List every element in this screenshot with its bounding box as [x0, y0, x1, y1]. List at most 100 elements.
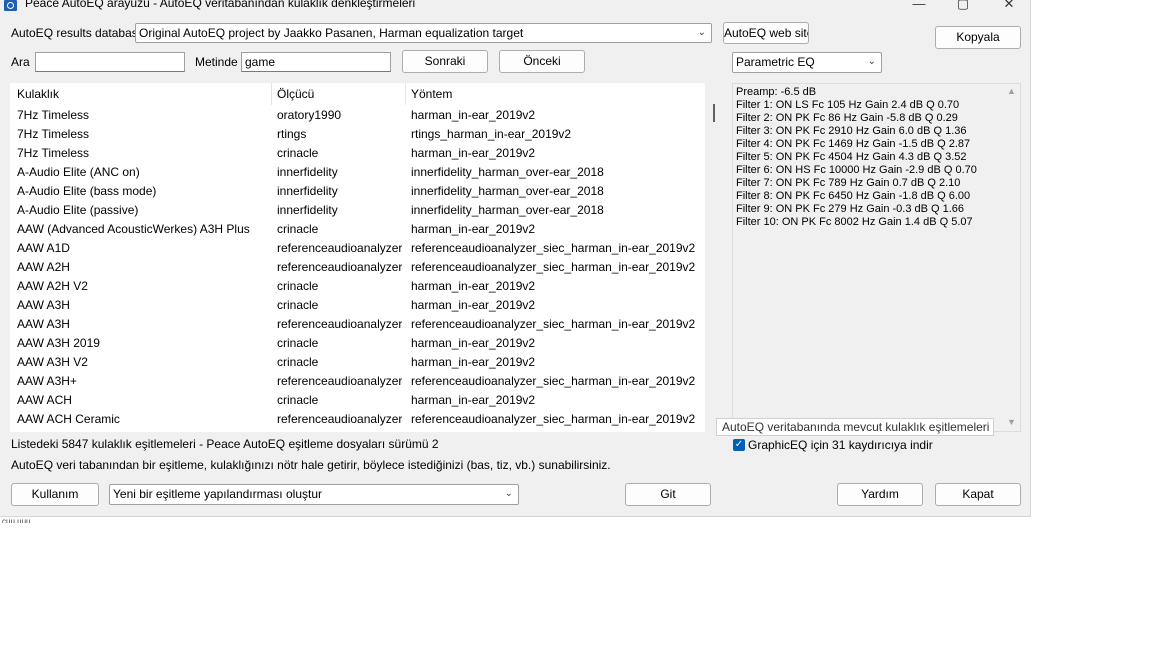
maximize-icon[interactable]: ▢: [943, 0, 983, 12]
help-button[interactable]: Yardım: [837, 483, 923, 506]
headphone-list[interactable]: Kulaklık Ölçücü Yöntem 7Hz Timeless orato…: [10, 83, 705, 432]
close-icon[interactable]: ✕: [989, 0, 1029, 12]
close-button[interactable]: Kapat: [935, 483, 1021, 506]
eq-type-select[interactable]: Parametric EQ ⌄: [732, 52, 882, 73]
cell-method: innerfidelity_harman_over-ear_2018: [411, 203, 604, 217]
chevron-down-icon: ⌄: [697, 27, 706, 38]
table-row[interactable]: AAW A1D referenceaudioanalyzer referenceau…: [10, 239, 705, 258]
cell-headphone: A-Audio Elite (passive): [17, 203, 139, 217]
filter-line: Filter 3: ON PK Fc 2910 Hz Gain 6.0 dB Q…: [736, 125, 967, 137]
peace-app-icon: [4, 0, 17, 11]
cell-measurer: crinacle: [277, 279, 319, 293]
cell-headphone: AAW A2H: [17, 260, 70, 274]
table-row[interactable]: AAW A3H+ referenceaudioanalyzer referencea…: [10, 372, 705, 391]
table-row[interactable]: AAW A2H referenceaudioanalyzer referenceau…: [10, 258, 705, 277]
graphiceq-checkbox-label[interactable]: GraphicEQ için 31 kaydırıcıya indir: [748, 438, 933, 452]
autoeq-website-button[interactable]: AutoEQ web sites: [723, 22, 809, 44]
copy-button[interactable]: Kopyala: [935, 26, 1021, 49]
go-button[interactable]: Git: [625, 483, 711, 506]
autoeq-window: Peace AutoEQ arayüzü - AutoEQ veritabanı…: [0, 0, 1031, 517]
cell-measurer: crinacle: [277, 146, 319, 160]
table-row[interactable]: AAW (Advanced AcousticWerkes) A3H Plus cr…: [10, 220, 705, 239]
list-scrollbar-thumb[interactable]: [713, 104, 715, 122]
filter-line: Filter 4: ON PK Fc 1469 Hz Gain -1.5 dB …: [736, 138, 971, 150]
filter-line: Filter 9: ON PK Fc 279 Hz Gain -0.3 dB Q…: [736, 203, 965, 215]
table-row[interactable]: AAW A2H V2 crinacle harman_in-ear_2019v2: [10, 277, 705, 296]
cell-method: harman_in-ear_2019v2: [411, 393, 536, 407]
cell-measurer: crinacle: [277, 393, 319, 407]
column-header-method[interactable]: Yöntem: [411, 87, 452, 101]
table-row[interactable]: AAW ACH Ceramic referenceaudioanalyzer ref…: [10, 410, 705, 429]
cell-headphone: AAW A3H 2019: [17, 336, 100, 350]
cell-measurer: crinacle: [277, 336, 319, 350]
cell-method: referenceaudioanalyzer_siec_harman_in-ea…: [411, 260, 696, 274]
previous-button[interactable]: Önceki: [499, 50, 585, 73]
table-row[interactable]: A-Audio Elite (ANC on) innerfidelity inner…: [10, 163, 705, 182]
scroll-down-icon[interactable]: ▼: [1007, 417, 1016, 427]
database-label: AutoEQ results database: [11, 26, 145, 40]
status-info-text: AutoEQ veri tabanından bir eşitleme, kul…: [11, 458, 611, 472]
search-input[interactable]: [35, 52, 185, 72]
cell-method: innerfidelity_harman_over-ear_2018: [411, 165, 604, 179]
filter-line: Filter 6: ON HS Fc 10000 Hz Gain -2.9 dB…: [736, 164, 977, 176]
cell-method: harman_in-ear_2019v2: [411, 108, 536, 122]
table-row[interactable]: 7Hz Timeless rtings rtings_harman_in-ear_2…: [10, 125, 705, 144]
table-row[interactable]: 7Hz Timeless crinacle harman_in-ear_2019v2: [10, 144, 705, 163]
title-bar[interactable]: Peace AutoEQ arayüzü - AutoEQ veritabanı…: [0, 0, 1031, 14]
cell-method: harman_in-ear_2019v2: [411, 336, 536, 350]
search-in-field[interactable]: game: [241, 52, 391, 72]
graphiceq-checkbox[interactable]: ✓: [733, 439, 745, 451]
use-button[interactable]: Kullanım: [11, 483, 99, 506]
cell-measurer: crinacle: [277, 355, 319, 369]
table-row[interactable]: 7Hz Timeless oratory1990 harman_in-ear_201…: [10, 106, 705, 125]
config-select[interactable]: Yeni bir eşitleme yapılandırması oluştur…: [109, 484, 519, 505]
search-label: Ara: [11, 55, 30, 69]
column-header-headphone[interactable]: Kulaklık: [17, 87, 59, 101]
cell-headphone: A-Audio Elite (ANC on): [17, 165, 140, 179]
background-window-fragment: cuu uuu: [2, 517, 31, 523]
cell-headphone: 7Hz Timeless: [17, 127, 90, 141]
next-button[interactable]: Sonraki: [402, 50, 488, 73]
filter-line: Filter 5: ON PK Fc 4504 Hz Gain 4.3 dB Q…: [736, 151, 967, 163]
eq-type-selected: Parametric EQ: [736, 55, 815, 69]
column-header-measurer[interactable]: Ölçücü: [277, 87, 314, 101]
cell-method: rtings_harman_in-ear_2019v2: [411, 127, 572, 141]
table-row[interactable]: AAW A3H V2 crinacle harman_in-ear_2019v2: [10, 353, 705, 372]
cell-method: referenceaudioanalyzer_siec_harman_in-ea…: [411, 412, 696, 426]
table-row[interactable]: A-Audio Elite (passive) innerfidelity inne…: [10, 201, 705, 220]
minimize-icon[interactable]: —: [899, 0, 939, 12]
cell-headphone: AAW ACH Ceramic: [17, 412, 120, 426]
cell-method: innerfidelity_harman_over-ear_2018: [411, 184, 604, 198]
filter-line: Filter 10: ON PK Fc 8002 Hz Gain 1.4 dB …: [736, 216, 973, 228]
cell-headphone: AAW A3H: [17, 317, 70, 331]
cell-headphone: AAW A3H+: [17, 374, 77, 388]
filter-line: Filter 2: ON PK Fc 86 Hz Gain -5.8 dB Q …: [736, 112, 958, 124]
cell-method: referenceaudioanalyzer_siec_harman_in-ea…: [411, 317, 696, 331]
chevron-down-icon: ⌄: [504, 488, 513, 499]
filter-line: Filter 8: ON PK Fc 6450 Hz Gain -1.8 dB …: [736, 190, 971, 202]
cell-measurer: referenceaudioanalyzer: [277, 241, 402, 255]
cell-headphone: AAW ACH: [17, 393, 72, 407]
cell-measurer: innerfidelity: [277, 165, 338, 179]
table-row[interactable]: AAW ACH crinacle harman_in-ear_2019v2: [10, 391, 705, 410]
column-divider[interactable]: [405, 83, 406, 105]
list-header: Kulaklık Ölçücü Yöntem: [10, 83, 705, 105]
cell-measurer: referenceaudioanalyzer: [277, 374, 402, 388]
cell-method: harman_in-ear_2019v2: [411, 298, 536, 312]
cell-measurer: rtings: [277, 127, 307, 141]
filter-line: Filter 1: ON LS Fc 105 Hz Gain 2.4 dB Q …: [736, 99, 960, 111]
scroll-up-icon[interactable]: ▲: [1007, 86, 1016, 96]
table-row[interactable]: AAW A3H 2019 crinacle harman_in-ear_2019v2: [10, 334, 705, 353]
chevron-down-icon: ⌄: [867, 56, 876, 67]
table-row[interactable]: AAW A3H crinacle harman_in-ear_2019v2: [10, 296, 705, 315]
table-row[interactable]: AAW A3H referenceaudioanalyzer referenceau…: [10, 315, 705, 334]
table-row[interactable]: A-Audio Elite (bass mode) innerfidelity in…: [10, 182, 705, 201]
filter-line: Filter 7: ON PK Fc 789 Hz Gain 0.7 dB Q …: [736, 177, 961, 189]
cell-measurer: referenceaudioanalyzer: [277, 317, 402, 331]
eq-settings-text[interactable]: Preamp: -6.5 dB Filter 1: ON LS Fc 105 Hz…: [732, 83, 1021, 432]
column-divider[interactable]: [271, 83, 272, 105]
cell-method: referenceaudioanalyzer_siec_harman_in-ea…: [411, 374, 696, 388]
database-selected: Original AutoEQ project by Jaakko Pasane…: [139, 26, 524, 40]
database-select[interactable]: Original AutoEQ project by Jaakko Pasane…: [135, 23, 712, 43]
cell-measurer: innerfidelity: [277, 184, 338, 198]
